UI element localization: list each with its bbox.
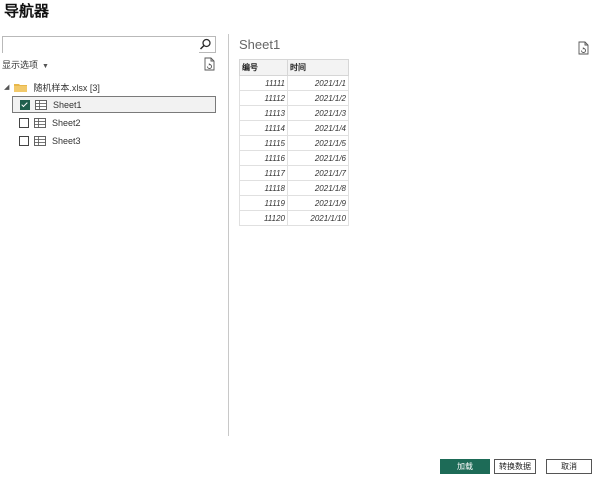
search-input[interactable] [3, 39, 199, 55]
tree-item-sheet1[interactable]: Sheet1 [12, 96, 216, 113]
table-header-row: 编号 时间 [239, 59, 349, 76]
cancel-button[interactable]: 取消 [546, 459, 592, 474]
transform-data-button[interactable]: 转换数据 [494, 459, 536, 474]
folder-icon [14, 83, 28, 92]
table-cell: 2021/1/4 [287, 120, 349, 136]
table-row: 11114 2021/1/4 [239, 120, 349, 136]
expand-triangle-icon[interactable]: ◢ [4, 83, 9, 91]
refresh-icon[interactable] [578, 41, 589, 55]
tree-item-label: Sheet2 [52, 117, 81, 128]
table-row: 11111 2021/1/1 [239, 75, 349, 91]
preview-title: Sheet1 [239, 37, 281, 52]
column-header[interactable]: 编号 [239, 59, 288, 76]
tree-item-label: Sheet3 [52, 135, 81, 146]
window-title: 导航器 [4, 3, 50, 20]
refresh-icon[interactable] [204, 57, 215, 71]
table-cell: 2021/1/6 [287, 150, 349, 166]
tree-item-sheet3[interactable]: Sheet3 [12, 132, 216, 149]
table-cell: 11119 [239, 195, 288, 211]
table-row: 11117 2021/1/7 [239, 165, 349, 181]
table-cell: 11114 [239, 120, 288, 136]
table-cell: 11113 [239, 105, 288, 121]
table-row: 11113 2021/1/3 [239, 105, 349, 121]
table-icon [34, 135, 46, 146]
table-cell: 11112 [239, 90, 288, 106]
table-row: 11112 2021/1/2 [239, 90, 349, 106]
table-cell: 11118 [239, 180, 288, 196]
table-cell: 2021/1/3 [287, 105, 349, 121]
table-cell: 2021/1/7 [287, 165, 349, 181]
load-button[interactable]: 加载 [440, 459, 490, 474]
table-row: 11116 2021/1/6 [239, 150, 349, 166]
table-cell: 2021/1/8 [287, 180, 349, 196]
sheet3-checkbox[interactable] [19, 135, 29, 146]
tree-item-label: Sheet1 [53, 99, 82, 110]
display-options-label: 显示选项 [2, 60, 39, 70]
table-cell: 2021/1/10 [287, 210, 349, 226]
table-cell: 11111 [239, 75, 288, 91]
column-header[interactable]: 时间 [287, 59, 349, 76]
search-box[interactable] [2, 36, 216, 55]
sheet1-checkbox[interactable] [20, 99, 30, 110]
table-cell: 2021/1/1 [287, 75, 349, 91]
table-row: 11115 2021/1/5 [239, 135, 349, 151]
table-cell: 2021/1/9 [287, 195, 349, 211]
table-row: 11120 2021/1/10 [239, 210, 349, 226]
table-row: 11119 2021/1/9 [239, 195, 349, 211]
table-cell: 11116 [239, 150, 288, 166]
table-row: 11118 2021/1/8 [239, 180, 349, 196]
tree-root-label: 随机样本.xlsx [3] [33, 82, 100, 93]
table-icon [35, 99, 47, 110]
display-options-dropdown[interactable]: 显示选项 ▼ [2, 58, 49, 71]
search-icon[interactable] [199, 38, 212, 51]
table-cell: 11117 [239, 165, 288, 181]
chevron-down-icon: ▼ [42, 63, 49, 70]
sheet2-checkbox[interactable] [19, 117, 29, 128]
pane-divider[interactable] [228, 34, 229, 436]
table-cell: 2021/1/5 [287, 135, 349, 151]
tree-root-file[interactable]: ◢ 随机样本.xlsx [3] [4, 78, 100, 96]
tree-item-sheet2[interactable]: Sheet2 [12, 114, 216, 131]
preview-table: 编号 时间 11111 2021/1/1 11112 2021/1/2 11113 2… [239, 59, 349, 226]
table-icon [34, 117, 46, 128]
table-cell: 11115 [239, 135, 288, 151]
table-cell: 2021/1/2 [287, 90, 349, 106]
table-cell: 11120 [239, 210, 288, 226]
